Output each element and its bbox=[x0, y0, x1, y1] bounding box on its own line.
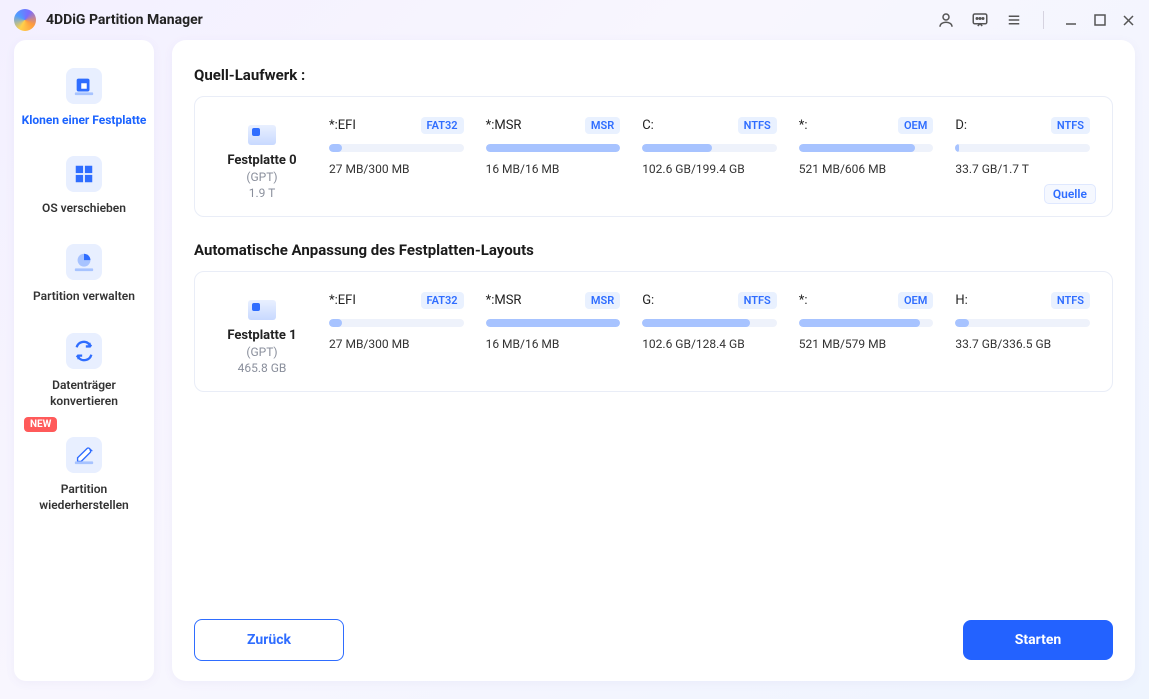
sidebar-item-label: Klonen einer Festplatte bbox=[20, 112, 148, 128]
sidebar-item-convert-disk[interactable]: Datenträger konvertieren bbox=[14, 323, 154, 427]
partition[interactable]: *:MSR MSR 16 MB/16 MB bbox=[486, 292, 621, 351]
partition-label: H: bbox=[955, 293, 967, 308]
usage-bar bbox=[955, 319, 1090, 327]
filesystem-tag: NTFS bbox=[1051, 292, 1090, 309]
disk-scheme: (GPT) bbox=[217, 170, 307, 184]
partition-label: *: bbox=[799, 293, 808, 308]
partition[interactable]: H: NTFS 33.7 GB/336.5 GB bbox=[955, 292, 1090, 351]
auto-layout-title: Automatische Anpassung des Festplatten-L… bbox=[194, 241, 1113, 259]
disk-capacity: 465.8 GB bbox=[217, 361, 307, 375]
start-button[interactable]: Starten bbox=[963, 620, 1113, 660]
titlebar: 4DDiG Partition Manager bbox=[0, 0, 1149, 40]
usage-bar bbox=[955, 144, 1090, 152]
migrate-os-icon bbox=[66, 156, 102, 192]
partition[interactable]: *:EFI FAT32 27 MB/300 MB bbox=[329, 117, 464, 176]
partition[interactable]: G: NTFS 102.6 GB/128.4 GB bbox=[642, 292, 777, 351]
partition-size: 27 MB/300 MB bbox=[329, 162, 464, 176]
partition-size: 102.6 GB/199.4 GB bbox=[642, 162, 777, 176]
disk-name: Festplatte 1 bbox=[217, 328, 307, 343]
filesystem-tag: OEM bbox=[898, 292, 933, 309]
disk-scheme: (GPT) bbox=[217, 345, 307, 359]
usage-bar bbox=[329, 144, 464, 152]
disk-info: Festplatte 1 (GPT) 465.8 GB bbox=[217, 292, 307, 375]
source-tag: Quelle bbox=[1044, 184, 1096, 204]
partition[interactable]: *: OEM 521 MB/579 MB bbox=[799, 292, 934, 351]
filesystem-tag: NTFS bbox=[738, 292, 777, 309]
partitions-container: *:EFI FAT32 27 MB/300 MB *:MSR MSR 16 MB/16 M… bbox=[329, 292, 1090, 351]
filesystem-tag: NTFS bbox=[738, 117, 777, 134]
target-disk-card: Festplatte 1 (GPT) 465.8 GB *:EFI FAT32 27… bbox=[194, 271, 1113, 392]
filesystem-tag: FAT32 bbox=[421, 292, 464, 309]
partition-label: C: bbox=[642, 118, 654, 133]
source-disk-card: Festplatte 0 (GPT) 1.9 T *:EFI FAT32 27 MB… bbox=[194, 96, 1113, 217]
partition-size: 102.6 GB/128.4 GB bbox=[642, 337, 777, 351]
sidebar-item-label: Partition wiederherstellen bbox=[20, 481, 148, 513]
disk-icon bbox=[248, 300, 276, 320]
menu-icon[interactable] bbox=[1005, 11, 1023, 29]
partition[interactable]: D: NTFS 33.7 GB/1.7 T bbox=[955, 117, 1090, 176]
partition-size: 16 MB/16 MB bbox=[486, 337, 621, 351]
usage-bar bbox=[486, 144, 621, 152]
partition-label: G: bbox=[642, 293, 654, 308]
partition-size: 33.7 GB/1.7 T bbox=[955, 162, 1090, 176]
partition-label: *:EFI bbox=[329, 293, 356, 308]
partition-size: 27 MB/300 MB bbox=[329, 337, 464, 351]
filesystem-tag: NTFS bbox=[1051, 117, 1090, 134]
footer: Zurück Starten bbox=[194, 599, 1113, 661]
maximize-button[interactable] bbox=[1094, 14, 1106, 26]
filesystem-tag: FAT32 bbox=[421, 117, 464, 134]
partitions-container: *:EFI FAT32 27 MB/300 MB *:MSR MSR 16 MB/16 M… bbox=[329, 117, 1090, 176]
partition-label: *: bbox=[799, 118, 808, 133]
feedback-icon[interactable] bbox=[971, 11, 989, 29]
partition-size: 521 MB/579 MB bbox=[799, 337, 934, 351]
sidebar-item-migrate-os[interactable]: OS verschieben bbox=[14, 146, 154, 234]
partition[interactable]: *: OEM 521 MB/606 MB bbox=[799, 117, 934, 176]
partition-size: 16 MB/16 MB bbox=[486, 162, 621, 176]
main-content: Quell-Laufwerk : Festplatte 0 (GPT) 1.9 … bbox=[172, 40, 1135, 681]
manage-partition-icon bbox=[66, 244, 102, 280]
sidebar-item-recover-partition[interactable]: Partition wiederherstellen bbox=[14, 427, 154, 531]
usage-bar bbox=[329, 319, 464, 327]
user-icon[interactable] bbox=[937, 11, 955, 29]
source-drive-title: Quell-Laufwerk : bbox=[194, 66, 1113, 84]
usage-bar bbox=[799, 319, 934, 327]
partition-size: 33.7 GB/336.5 GB bbox=[955, 337, 1090, 351]
minimize-button[interactable] bbox=[1064, 13, 1078, 27]
sidebar: Klonen einer Festplatte OS verschieben P… bbox=[14, 40, 154, 681]
app-title: 4DDiG Partition Manager bbox=[46, 12, 203, 28]
new-badge: NEW bbox=[24, 417, 57, 432]
partition[interactable]: C: NTFS 102.6 GB/199.4 GB bbox=[642, 117, 777, 176]
partition[interactable]: *:EFI FAT32 27 MB/300 MB bbox=[329, 292, 464, 351]
sidebar-item-label: Partition verwalten bbox=[20, 288, 148, 304]
usage-bar bbox=[642, 319, 777, 327]
usage-bar bbox=[799, 144, 934, 152]
disk-info: Festplatte 0 (GPT) 1.9 T bbox=[217, 117, 307, 200]
recover-partition-icon bbox=[66, 437, 102, 473]
partition-label: *:EFI bbox=[329, 118, 356, 133]
back-button[interactable]: Zurück bbox=[194, 619, 344, 661]
partition-label: *:MSR bbox=[486, 118, 522, 133]
usage-bar bbox=[642, 144, 777, 152]
disk-name: Festplatte 0 bbox=[217, 153, 307, 168]
clone-disk-icon bbox=[66, 68, 102, 104]
partition-size: 521 MB/606 MB bbox=[799, 162, 934, 176]
partition-label: D: bbox=[955, 118, 967, 133]
filesystem-tag: OEM bbox=[898, 117, 933, 134]
app-logo bbox=[14, 9, 36, 31]
filesystem-tag: MSR bbox=[585, 117, 620, 134]
close-button[interactable] bbox=[1122, 14, 1135, 27]
sidebar-item-label: Datenträger konvertieren bbox=[20, 377, 148, 409]
filesystem-tag: MSR bbox=[585, 292, 620, 309]
usage-bar bbox=[486, 319, 621, 327]
partition-label: *:MSR bbox=[486, 293, 522, 308]
sidebar-item-clone-disk[interactable]: Klonen einer Festplatte bbox=[14, 58, 154, 146]
convert-disk-icon bbox=[66, 333, 102, 369]
disk-icon bbox=[248, 125, 276, 145]
sidebar-item-label: OS verschieben bbox=[20, 200, 148, 216]
disk-capacity: 1.9 T bbox=[217, 186, 307, 200]
sidebar-item-manage-partition[interactable]: Partition verwalten bbox=[14, 234, 154, 322]
partition[interactable]: *:MSR MSR 16 MB/16 MB bbox=[486, 117, 621, 176]
